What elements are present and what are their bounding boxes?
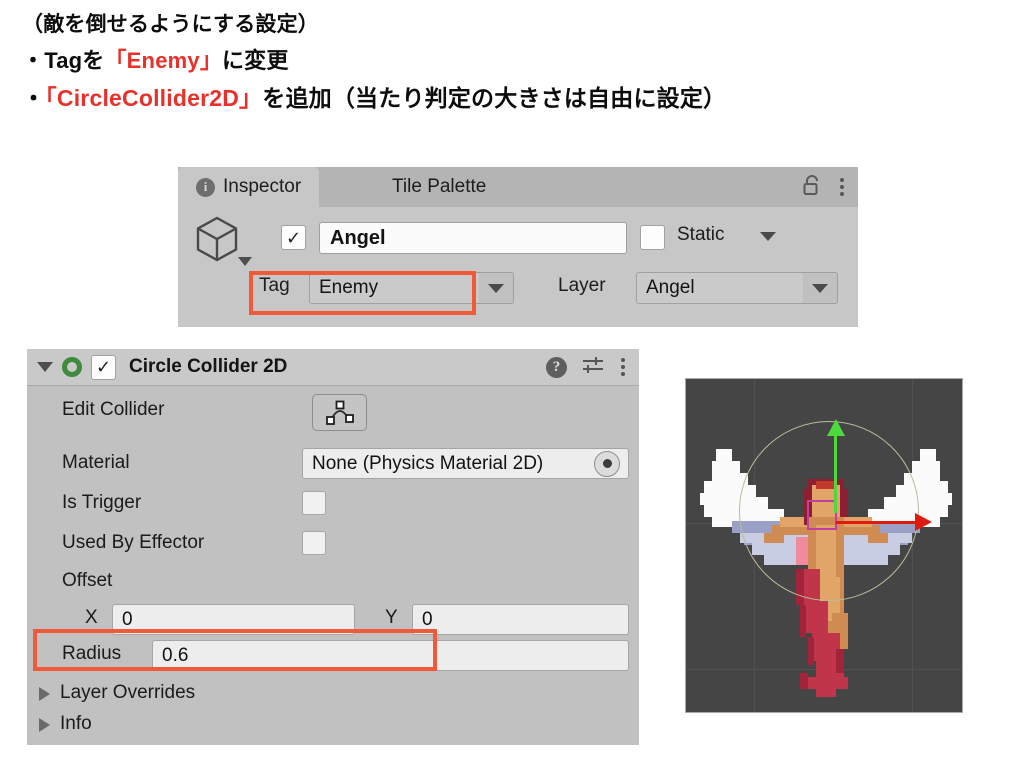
material-label: Material (62, 452, 130, 473)
collider-enabled-checkbox[interactable]: ✓ (91, 354, 116, 380)
static-checkbox[interactable] (640, 225, 665, 250)
bullet-marker-1: ・ (22, 48, 45, 73)
instruction-line-2-text-a: Tagを (44, 48, 105, 73)
help-icon[interactable]: ? (546, 356, 567, 378)
is-trigger-label: Is Trigger (62, 492, 142, 513)
material-field[interactable]: None (Physics Material 2D) (302, 448, 629, 479)
material-value: None (Physics Material 2D) (312, 452, 544, 474)
info-icon: i (196, 177, 215, 197)
tab-tile-palette-label: Tile Palette (392, 176, 487, 197)
row-offset: Offset (27, 564, 639, 600)
inspector-tabbar-actions (803, 167, 846, 207)
offset-label: Offset (62, 570, 113, 591)
instruction-line-3-text-b: を追加（当たり判定の大きさは自由に設定） (262, 85, 727, 111)
kebab-menu-icon[interactable] (838, 176, 846, 198)
is-trigger-checkbox[interactable] (302, 491, 326, 515)
screenshot-root: （敵を倒せるようにする設定） ・Tagを「Enemy」に変更 ・「CircleC… (0, 0, 1024, 768)
layer-dropdown-caret-icon (803, 283, 837, 293)
offset-x-input[interactable]: 0 (112, 604, 355, 635)
lock-open-icon[interactable] (803, 174, 822, 201)
instruction-line-2-text-b: に変更 (222, 48, 289, 73)
layer-overrides-label: Layer Overrides (60, 682, 196, 703)
tab-tile-palette[interactable]: Tile Palette (374, 167, 504, 207)
gameobject-name-input[interactable]: Angel (319, 222, 627, 254)
static-dropdown-caret-icon[interactable] (760, 232, 776, 241)
tag-dropdown-caret-icon (479, 283, 513, 293)
collider-foldout-icon[interactable] (37, 362, 53, 372)
gameobject-enabled-checkbox[interactable]: ✓ (281, 225, 306, 250)
row-info[interactable]: Info (27, 707, 639, 743)
offset-y-label: Y (385, 607, 398, 628)
edit-collider-button[interactable] (312, 394, 367, 431)
offset-x-label: X (85, 607, 98, 628)
row-radius: Radius 0.6 (27, 637, 639, 673)
row-used-by-effector: Used By Effector (27, 526, 639, 562)
info-foldout-icon[interactable] (39, 718, 50, 732)
layer-dropdown[interactable]: Angel (636, 272, 838, 304)
inspector-tabbar: i Inspector Tile Palette (178, 167, 858, 207)
row-edit-collider: Edit Collider (27, 393, 639, 431)
tag-dropdown[interactable]: Enemy (309, 272, 514, 304)
row-material: Material None (Physics Material 2D) (27, 446, 639, 482)
collider-title: Circle Collider 2D (129, 356, 288, 377)
kebab-menu-icon[interactable] (619, 356, 627, 378)
used-by-effector-checkbox[interactable] (302, 531, 326, 555)
instruction-block: （敵を倒せるようにする設定） ・Tagを「Enemy」に変更 ・「CircleC… (22, 8, 1012, 118)
info-label: Info (60, 713, 92, 734)
tag-layer-row: Tag Enemy Layer Angel (178, 267, 858, 315)
edit-collider-icon (325, 400, 354, 425)
object-picker-icon[interactable] (594, 450, 620, 477)
instruction-line-2: ・Tagを「Enemy」に変更 (22, 42, 1012, 79)
radius-input[interactable]: 0.6 (152, 640, 629, 671)
cube-icon (194, 215, 240, 268)
angel-sprite-preview[interactable] (685, 378, 963, 713)
radius-label: Radius (62, 643, 122, 664)
static-label: Static (677, 224, 725, 245)
instruction-line-3-highlight: 「CircleCollider2D」 (45, 85, 263, 111)
collider-circle-gizmo (739, 421, 919, 601)
collider-component-header: ✓ Circle Collider 2D ? (27, 349, 639, 386)
edit-collider-label: Edit Collider (62, 399, 165, 420)
layer-overrides-foldout-icon[interactable] (39, 687, 50, 701)
gizmo-up-axis-arrow (827, 419, 845, 513)
row-is-trigger: Is Trigger (27, 486, 639, 522)
instruction-line-3: ・「CircleCollider2D」を追加（当たり判定の大きさは自由に設定） (22, 79, 1012, 118)
gizmo-right-axis-arrow (836, 513, 932, 531)
inspector-window: i Inspector Tile Palette ✓ Angel Static … (178, 167, 858, 327)
preset-sliders-icon[interactable] (582, 355, 604, 380)
instruction-line-2-highlight: 「Enemy」 (104, 48, 223, 73)
offset-y-input[interactable]: 0 (412, 604, 629, 635)
bullet-marker-2: ・ (22, 85, 46, 111)
tab-inspector[interactable]: i Inspector (178, 167, 320, 207)
gameobject-header-row: ✓ Angel Static (178, 207, 858, 267)
used-by-effector-label: Used By Effector (62, 532, 205, 553)
tab-inspector-label: Inspector (223, 176, 302, 197)
layer-label: Layer (558, 275, 606, 296)
tag-dropdown-value: Enemy (310, 273, 479, 303)
collider-header-actions: ? (546, 349, 627, 385)
instruction-line-1: （敵を倒せるようにする設定） (22, 13, 320, 36)
circle-collider-2d-panel: ✓ Circle Collider 2D ? Edit Collider Mat… (27, 349, 639, 745)
circle-collider-icon (62, 357, 82, 377)
tag-label: Tag (259, 275, 290, 296)
row-offset-xy: X 0 Y 0 (27, 601, 639, 637)
prefab-dropdown-caret-icon[interactable] (238, 257, 252, 266)
layer-dropdown-value: Angel (637, 273, 803, 303)
